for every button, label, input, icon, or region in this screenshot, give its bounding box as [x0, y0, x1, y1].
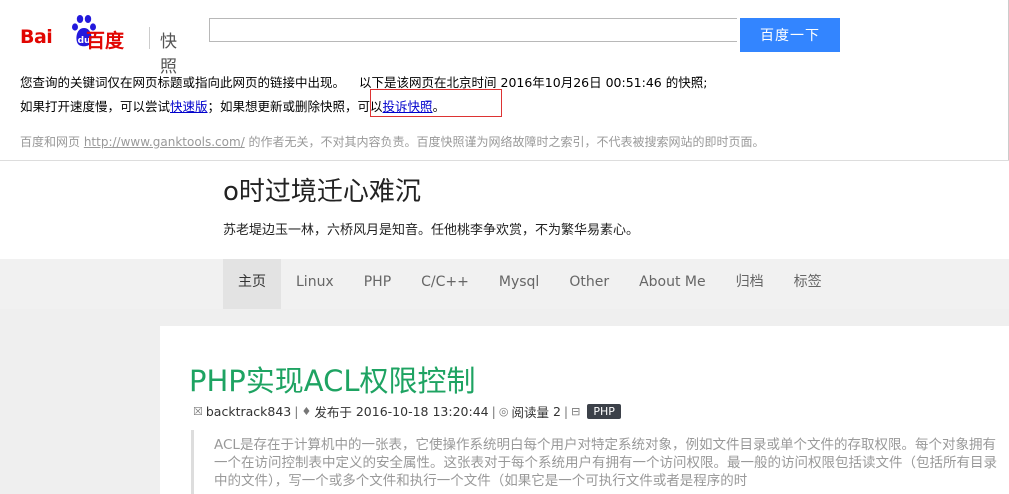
- fast-version-link[interactable]: 快速版: [170, 99, 208, 114]
- baidu-snapshot-header: Bai du 百度 快照 百度一下 您查询的关键词仅在网页标题或指向此网页的链接…: [0, 0, 1009, 161]
- source-url-link[interactable]: http://www.ganktools.com/: [84, 135, 245, 149]
- eye-icon: ◎: [498, 405, 509, 418]
- nav-item-5[interactable]: Other: [554, 259, 624, 309]
- post-excerpt: ACL是存在于计算机中的一张表，它使操作系统明白每个用户对特定系统对象，例如文件…: [191, 430, 1009, 494]
- tag-icon: ⊟: [571, 405, 581, 418]
- nav-item-6[interactable]: About Me: [624, 259, 721, 309]
- snapshot-notice-line1: 您查询的关键词仅在网页标题或指向此网页的链接中出现。 以下是该网页在北京时间 20…: [20, 72, 707, 91]
- nav-item-1[interactable]: Linux: [281, 259, 349, 309]
- snapshot-time-notice: 以下是该网页在北京时间 2016年10月26日 00:51:46 的快照;: [359, 75, 708, 90]
- update-notice: ；如果想更新或删除快照，可以: [207, 99, 383, 114]
- post-tag[interactable]: PHP: [587, 404, 621, 419]
- site-title[interactable]: o时过境迁心难沉: [223, 171, 421, 208]
- blog-header: o时过境迁心难沉 苏老堤边玉一林，六桥风月是知音。任他桃李争欢赏，不为繁华易素心…: [0, 161, 1009, 259]
- site-description: 苏老堤边玉一林，六桥风月是知音。任他桃李争欢赏，不为繁华易素心。: [223, 223, 640, 238]
- post-meta: ☒ backtrack843 | ♦ 发布于 2016-10-18 13:20:…: [193, 402, 621, 421]
- post-card: PHP实现ACL权限控制 ☒ backtrack843 | ♦ 发布于 2016…: [160, 326, 1009, 494]
- disclaimer-suffix: 的作者无关，不对其内容负责。百度快照谨为网络故障时之索引，不代表被搜索网站的即时…: [244, 135, 765, 149]
- highlight-box: [370, 89, 502, 117]
- keyword-notice: 您查询的关键词仅在网页标题或指向此网页的链接中出现。: [20, 75, 346, 90]
- read-count: 2: [552, 404, 561, 419]
- nav-item-7[interactable]: 归档: [721, 259, 779, 309]
- logo-baidu-hanzi: 百度: [86, 30, 125, 52]
- excerpt-paragraph: ACL是存在于计算机中的一张表，它使操作系统明白每个用户对特定系统对象，例如文件…: [214, 437, 997, 489]
- main-nav: 主页 Linux PHP C/C++ Mysql Other About Me 归档 标签: [0, 259, 1009, 309]
- nav-item-4[interactable]: Mysql: [484, 259, 554, 309]
- nav-item-3[interactable]: C/C++: [406, 259, 484, 309]
- search-button[interactable]: 百度一下: [740, 18, 840, 52]
- post-author[interactable]: backtrack843: [206, 404, 291, 419]
- nav-item-0[interactable]: 主页: [223, 259, 281, 309]
- nav-item-2[interactable]: PHP: [349, 259, 406, 309]
- published-label: 发布于: [314, 405, 352, 420]
- logo-separator: [149, 27, 150, 49]
- disclaimer: 百度和网页 http://www.ganktools.com/ 的作者无关，不对…: [20, 133, 765, 150]
- post-date: 2016-10-18 13:20:44: [355, 404, 489, 419]
- search-input[interactable]: [209, 18, 737, 42]
- pin-icon: ♦: [301, 405, 312, 418]
- post-title[interactable]: PHP实现ACL权限控制: [189, 358, 476, 400]
- disclaimer-prefix: 百度和网页: [20, 135, 84, 149]
- baidu-kuaizhao-logo[interactable]: Bai du 百度 快照: [20, 14, 180, 77]
- meta-separator: |: [294, 404, 299, 419]
- nav-item-8[interactable]: 标签: [779, 259, 837, 309]
- logo-kuaizhao-text: 快照: [160, 32, 177, 77]
- logo-bai-text: Bai: [20, 26, 53, 48]
- speed-notice: 如果打开速度慢，可以尝试: [20, 99, 171, 114]
- reads-label: 阅读量: [511, 405, 549, 420]
- meta-separator: |: [491, 404, 496, 419]
- meta-separator: |: [563, 404, 569, 419]
- nav-items: 主页 Linux PHP C/C++ Mysql Other About Me 归档 标签: [223, 259, 837, 309]
- user-icon: ☒: [193, 405, 203, 418]
